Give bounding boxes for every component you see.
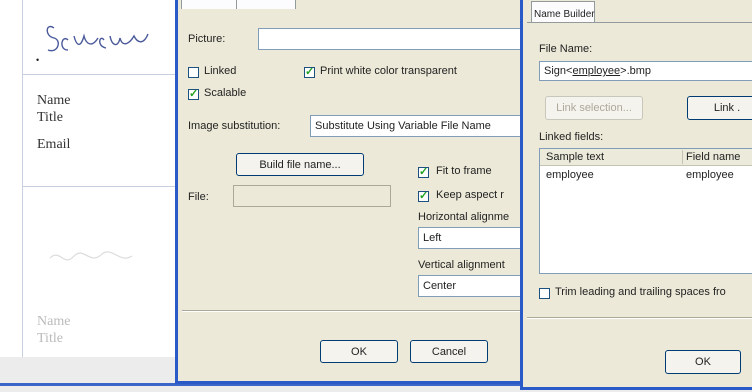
fit-to-frame-checkbox[interactable] [418,165,429,178]
doc-margin-line [22,0,23,370]
linked-fields-list[interactable]: Sample text Field name employee employee [539,148,752,274]
file-input [233,185,391,207]
link-selection-label: Link selection... [556,102,632,114]
doc-title-label: Title [37,110,63,125]
tab-2[interactable] [236,0,296,9]
faded-signature-image [49,251,133,261]
tab-name-builder-label: Name Builder [534,9,595,20]
doc-title-label-2: Title [37,331,63,346]
keep-aspect-label: Keep aspect r [436,189,504,201]
cancel-button[interactable]: Cancel [410,340,488,363]
vertical-alignment-value: Center [423,280,457,292]
divider [22,186,182,187]
build-file-name-button[interactable]: Build file name... [236,153,364,176]
cell-sample-text: employee [546,169,594,181]
background-document: • Name Title Email Name Title [0,0,182,392]
link-button[interactable]: Link . [687,96,752,120]
doc-email-label: Email [37,137,71,152]
horizontal-alignment-select[interactable]: Left [418,227,523,249]
ok-label: OK [351,345,367,358]
scalable-label: Scalable [204,87,247,99]
column-header-field-name[interactable]: Field name [686,151,740,163]
cancel-label: Cancel [431,345,467,358]
doc-name-label: Name [37,93,71,108]
tab-name-builder[interactable]: Name Builder [531,1,595,23]
tab-1[interactable] [181,0,237,9]
name-builder-dialog: Name Builder File Name: Sign<employee>.b… [520,0,752,390]
horizontal-alignment-value: Left [423,232,442,244]
link-button-label: Link . [713,102,741,114]
print-white-checkbox[interactable] [304,65,315,78]
image-substitution-label: Image substitution: [188,120,281,132]
link-selection-button[interactable]: Link selection... [545,96,643,120]
picture-input[interactable] [258,28,523,50]
file-name-label: File Name: [539,43,593,55]
tab-line [527,22,752,23]
linked-fields-label: Linked fields: [539,131,604,143]
cell-field-name: employee [686,169,734,181]
separator [182,310,522,312]
divider [22,74,182,75]
vertical-alignment-select[interactable]: Center [418,275,523,297]
fit-to-frame-label: Fit to frame [436,165,492,177]
ok-button[interactable]: OK [320,340,398,363]
build-file-name-label: Build file name... [259,158,341,171]
column-divider [682,150,683,164]
linked-label: Linked [204,65,237,77]
trim-spaces-label: Trim leading and trailing spaces fro [555,286,726,298]
keep-aspect-checkbox[interactable] [418,189,429,202]
ok-button-name-builder[interactable]: OK [665,350,741,374]
picture-properties-dialog: Picture: Linked Print white color transp… [175,0,523,384]
bullet-dot: • [36,55,40,65]
linked-checkbox[interactable] [188,67,199,78]
vertical-alignment-label: Vertical alignment [418,259,505,271]
print-white-label: Print white color transparent [320,65,457,77]
column-header-sample-text[interactable]: Sample text [546,151,604,163]
file-name-input[interactable]: Sign<employee>.bmp [539,61,752,81]
file-label: File: [188,191,209,203]
horizontal-alignment-label: Horizontal alignme [418,211,510,223]
scalable-checkbox[interactable] [188,87,199,100]
trim-spaces-checkbox[interactable] [539,288,550,299]
doc-name-label-2: Name [37,314,71,329]
image-substitution-value: Substitute Using Variable File Name [315,120,491,132]
signature-image [46,25,149,52]
ok-label-name-builder: OK [695,356,711,368]
picture-label: Picture: [188,33,226,45]
image-substitution-select[interactable]: Substitute Using Variable File Name [310,115,523,137]
separator [527,317,752,319]
file-name-value: Sign<employee>.bmp [544,65,652,77]
list-header: Sample text Field name [540,149,752,166]
